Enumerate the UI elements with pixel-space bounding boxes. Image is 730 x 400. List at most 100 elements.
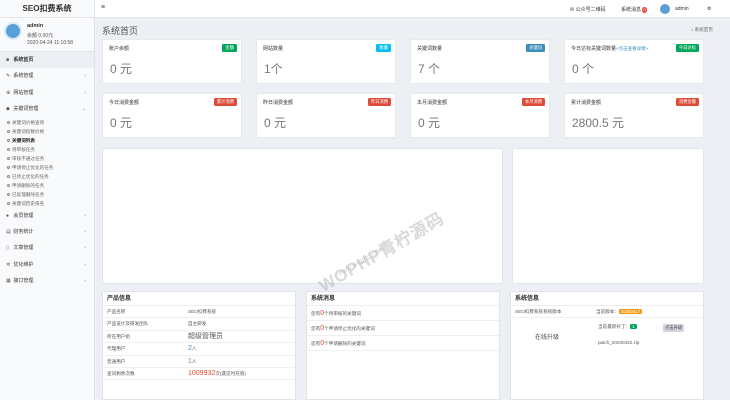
user-datetime: 2020-04-24 11:10:58 [27,40,74,46]
chevron-left-icon: ‹ [84,212,86,219]
panel-title: 系统信息 [511,292,703,306]
sidebar-item-ports[interactable]: ▦ 接口管理 ‹ [0,273,94,289]
sidebar-menu: ■ 系统首页 ✎ 系统管理 ‹ ⊕ 网站管理 ‹ ◆ 关键词管理 ⌄ 关键词价格查询 … [0,52,94,290]
stat-tag: 累计消费 [213,98,237,106]
stat-card: 关键词数量 关键词 7 个 [410,39,550,84]
stat-tag: 金额 [222,44,237,52]
circle-icon [7,120,10,124]
top-bar: ≡ ✉ 公众号二维码 系统消息 0 admin ⚙ [95,0,730,18]
patch-file[interactable]: patch_20200422.zip [598,340,639,345]
qrcode-link[interactable]: ✉ 公众号二维码 [570,6,606,13]
chevron-left-icon: ‹ [84,261,86,268]
gears-icon: ✲ [6,261,11,268]
chart-area-small [512,148,704,284]
submenu-item[interactable]: 待审核任务 [0,145,94,154]
submenu-item[interactable]: 关键词指数价格 [0,127,94,136]
message-item[interactable]: 您有0个申请删除的关键词 [307,336,499,351]
sidebar-item-finance[interactable]: ▤ 财务统计 ‹ [0,224,94,240]
stat-value: 2800.5 元 [572,116,625,130]
stat-card: 今日达标关键词数量<点击查看详情> 今日达标 0 个 [564,39,704,84]
globe-icon: ⊕ [6,89,11,96]
submenu-item[interactable]: 关键词历史排名 [0,199,94,208]
credit-card-icon: ▤ [6,228,11,235]
table-row: 查词剩余次数 1009932次(遇见时充值) [103,368,295,381]
table-row: SEO扣费系统系统版本 当前版本： 20200417 [511,306,703,319]
submenu-item[interactable]: 已处理删除任务 [0,190,94,199]
sidebar-item-keywords[interactable]: ◆ 关键词管理 ⌄ [0,101,94,117]
gears-icon[interactable]: ⚙ [707,6,711,12]
table-row: 产品设计及研发团队 自主研发 [103,318,295,331]
sidebar: SEO扣费系统 admin 余额 0.00元 2020-04-24 11:10:… [0,0,95,400]
table-row: 所在用户组 超级管理员 [103,331,295,344]
wrench-icon: ✎ [6,73,11,80]
sidebar-item-optimize[interactable]: ✲ 优化维护 ‹ [0,257,94,273]
sidebar-item-sites[interactable]: ⊕ 网站管理 ‹ [0,85,94,101]
stat-tag: 本月消费 [521,98,545,106]
stat-tag: 今日达标 [675,44,699,52]
circle-icon [7,174,10,178]
stat-value: 0 元 [110,116,133,130]
sidebar-item-articles[interactable]: ▯ 文章管理 ‹ [0,240,94,256]
user-name: admin [27,23,44,29]
submenu-item[interactable]: 已停止优化的任务 [0,172,94,181]
circle-icon [7,201,10,205]
circle-icon [7,147,10,151]
users-icon: ● [6,212,10,219]
stat-tag: 数量 [376,44,391,52]
circle-icon [7,129,10,133]
sidebar-item-home[interactable]: ■ 系统首页 [0,52,94,69]
patch-count-badge: 1 [630,324,637,330]
stat-value: 0 元 [110,62,133,76]
sidebar-item-settings[interactable]: ✎ 系统管理 ‹ [0,68,94,84]
avatar [4,22,22,40]
system-info-panel: 系统信息 SEO扣费系统系统版本 当前版本： 20200417 在线升级 当前最新补… [510,291,704,400]
submenu-item[interactable]: 申请停止优化的任务 [0,163,94,172]
cubes-icon: ▦ [6,278,11,285]
avatar[interactable] [660,4,670,14]
submenu-item[interactable]: 申请删除的任务 [0,181,94,190]
stat-label: 今日消费金额 [109,100,140,106]
stat-card: 今日消费金额 累计消费 0 元 [102,93,242,138]
panel-title: 系统消息 [307,292,499,306]
circle-icon [7,192,10,196]
chevron-left-icon: ‹ [84,89,86,96]
stat-tag: 消费金额 [675,98,699,106]
stat-card: 账户余额 金额 0 元 [102,39,242,84]
version-badge: 20200417 [618,309,643,314]
chevron-left-icon: ‹ [84,73,86,80]
breadcrumb[interactable]: ⌂ 系统首页 [691,27,713,33]
circle-icon [7,138,10,142]
page-title: 系统首页 [102,26,139,36]
stat-value: 7 个 [418,62,441,76]
table-row: 代理用户 2人 [103,343,295,356]
message-item[interactable]: 您有0个申请停止优化的关键词 [307,321,499,336]
table-row: 产品名称 SEO扣费系统 [103,306,295,319]
upgrade-button[interactable]: 点击升级 [663,324,685,333]
stat-label: 累计消费金额 [571,100,602,106]
home-icon: ■ [6,57,10,63]
details-link[interactable]: <点击查看详情> [616,46,648,51]
stat-value: 0 元 [418,116,441,130]
stat-value: 1个 [264,62,283,76]
admin-menu[interactable]: admin [675,6,689,12]
user-panel: admin 余额 0.00元 2020-04-24 11:10:58 [0,18,94,52]
system-messages-panel: 系统消息 您有0个待审核的关键词 您有0个申请停止优化的关键词 您有0个申请删除… [306,291,500,400]
stat-tag: 昨日消费 [367,98,391,106]
sidebar-item-members[interactable]: ● 会员管理 ‹ [0,208,94,224]
message-count-badge: 0 [642,7,648,13]
stat-label: 关键词数量 [417,46,443,52]
circle-icon [7,156,10,160]
stat-card: 网站数量 数量 1个 [256,39,396,84]
brand-title: SEO扣费系统 [0,0,94,18]
submenu-item[interactable]: 审核不通过任务 [0,154,94,163]
message-item[interactable]: 您有0个待审核的关键词 [307,306,499,321]
messages-link[interactable]: 系统消息 0 [621,6,648,13]
tags-icon: ◆ [6,106,10,113]
chevron-left-icon: ‹ [84,245,86,252]
product-info-panel: 产品信息 产品名称 SEO扣费系统 产品设计及研发团队 自主研发 所在用户组 超级管理… [102,291,296,400]
submenu-item[interactable]: 关键词价格查询 [0,118,94,127]
circle-icon [7,165,10,169]
menu-toggle-icon[interactable]: ≡ [101,4,105,11]
submenu-item-active[interactable]: 关键词列表 [0,136,94,145]
online-upgrade-label: 在线升级 [535,335,560,342]
